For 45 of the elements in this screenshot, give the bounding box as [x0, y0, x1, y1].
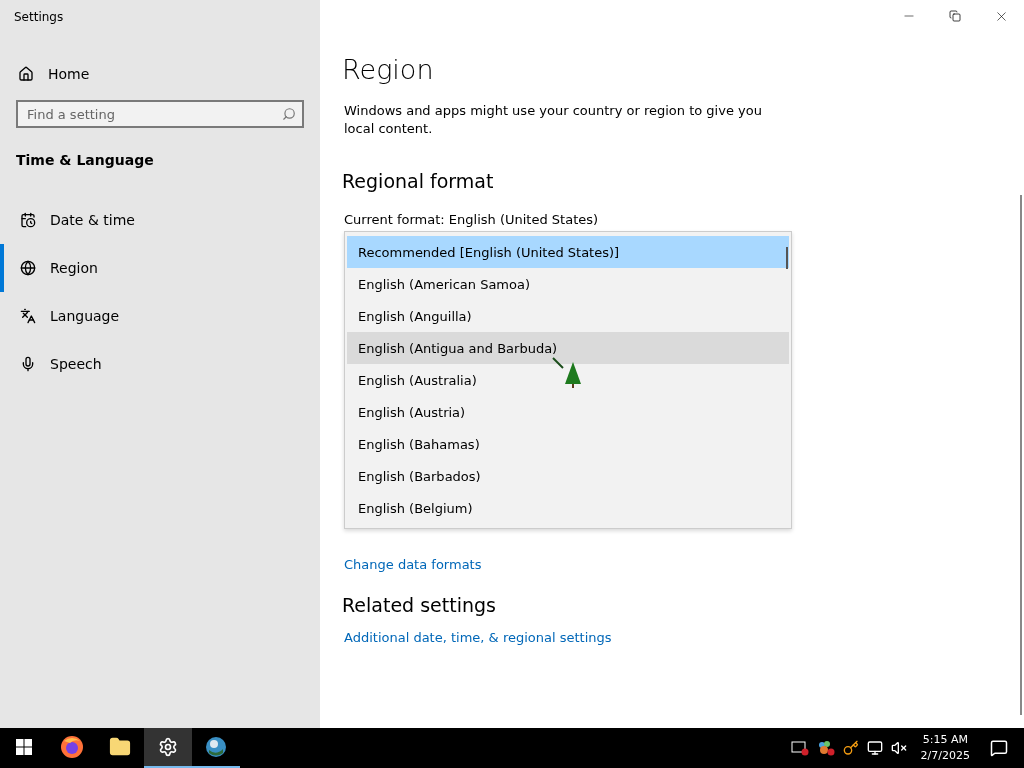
network-icon[interactable]: [866, 740, 883, 756]
home-icon: [18, 66, 34, 82]
language-icon: [20, 308, 36, 324]
search-field[interactable]: Find a setting: [16, 100, 304, 128]
window-title: Settings: [14, 10, 64, 24]
section-heading: Related settings: [342, 594, 496, 616]
dropdown-option[interactable]: English (Bahamas): [347, 428, 789, 460]
monitor-alert-icon[interactable]: [790, 740, 809, 756]
notifications-icon[interactable]: [990, 739, 1008, 757]
dropdown-option[interactable]: English (Australia): [347, 364, 789, 396]
key-icon[interactable]: [842, 740, 859, 756]
current-format-text: Current format: English (United States): [343, 212, 599, 227]
regional-settings-link[interactable]: Additional date, time, & regional settings: [342, 630, 612, 645]
change-formats-link[interactable]: Change data formats: [342, 557, 482, 572]
globe-icon: [20, 260, 36, 276]
calendar-icon: [20, 212, 36, 228]
dropdown-option[interactable]: English (Belgium): [347, 492, 789, 524]
restore-icon: [949, 10, 961, 22]
dropdown-option[interactable]: English (Antigua and Barbuda): [347, 332, 789, 364]
globe-icon: [205, 736, 227, 758]
dropdown-option[interactable]: English (American Samoa): [347, 268, 789, 300]
microphone-icon: [20, 356, 36, 372]
description-text: Windows and apps might use your country or region to give you local content.: [343, 102, 763, 138]
dropdown-option[interactable]: English (Anguilla): [347, 300, 789, 332]
scrollbar[interactable]: [1020, 195, 1022, 715]
paw-icon[interactable]: [816, 740, 835, 756]
dropdown-option[interactable]: English (Austria): [347, 396, 789, 428]
page-title: Region: [342, 54, 434, 85]
nav-item[interactable]: Date & time: [0, 196, 320, 244]
gear-icon: [158, 737, 178, 757]
search-icon: [282, 107, 296, 121]
section-heading: Regional format: [342, 170, 494, 192]
browser-icon: [60, 735, 84, 759]
section-heading: Time & Language: [16, 152, 154, 168]
nav-item[interactable]: Speech: [0, 340, 320, 388]
clock[interactable]: 5:15 AM 2/7/2025: [920, 732, 970, 764]
muted-speaker-icon[interactable]: [890, 740, 907, 756]
folder-icon: [109, 736, 131, 758]
taskbar-button[interactable]: [144, 728, 192, 768]
dropdown-option[interactable]: English (Barbados): [347, 460, 789, 492]
dropdown-option[interactable]: Recommended [English (United States)]: [347, 236, 789, 268]
windows-logo-icon: [16, 739, 32, 755]
nav-item[interactable]: Language: [0, 292, 320, 340]
scrollbar-thumb[interactable]: [786, 247, 788, 269]
home-link[interactable]: Home: [18, 66, 90, 82]
